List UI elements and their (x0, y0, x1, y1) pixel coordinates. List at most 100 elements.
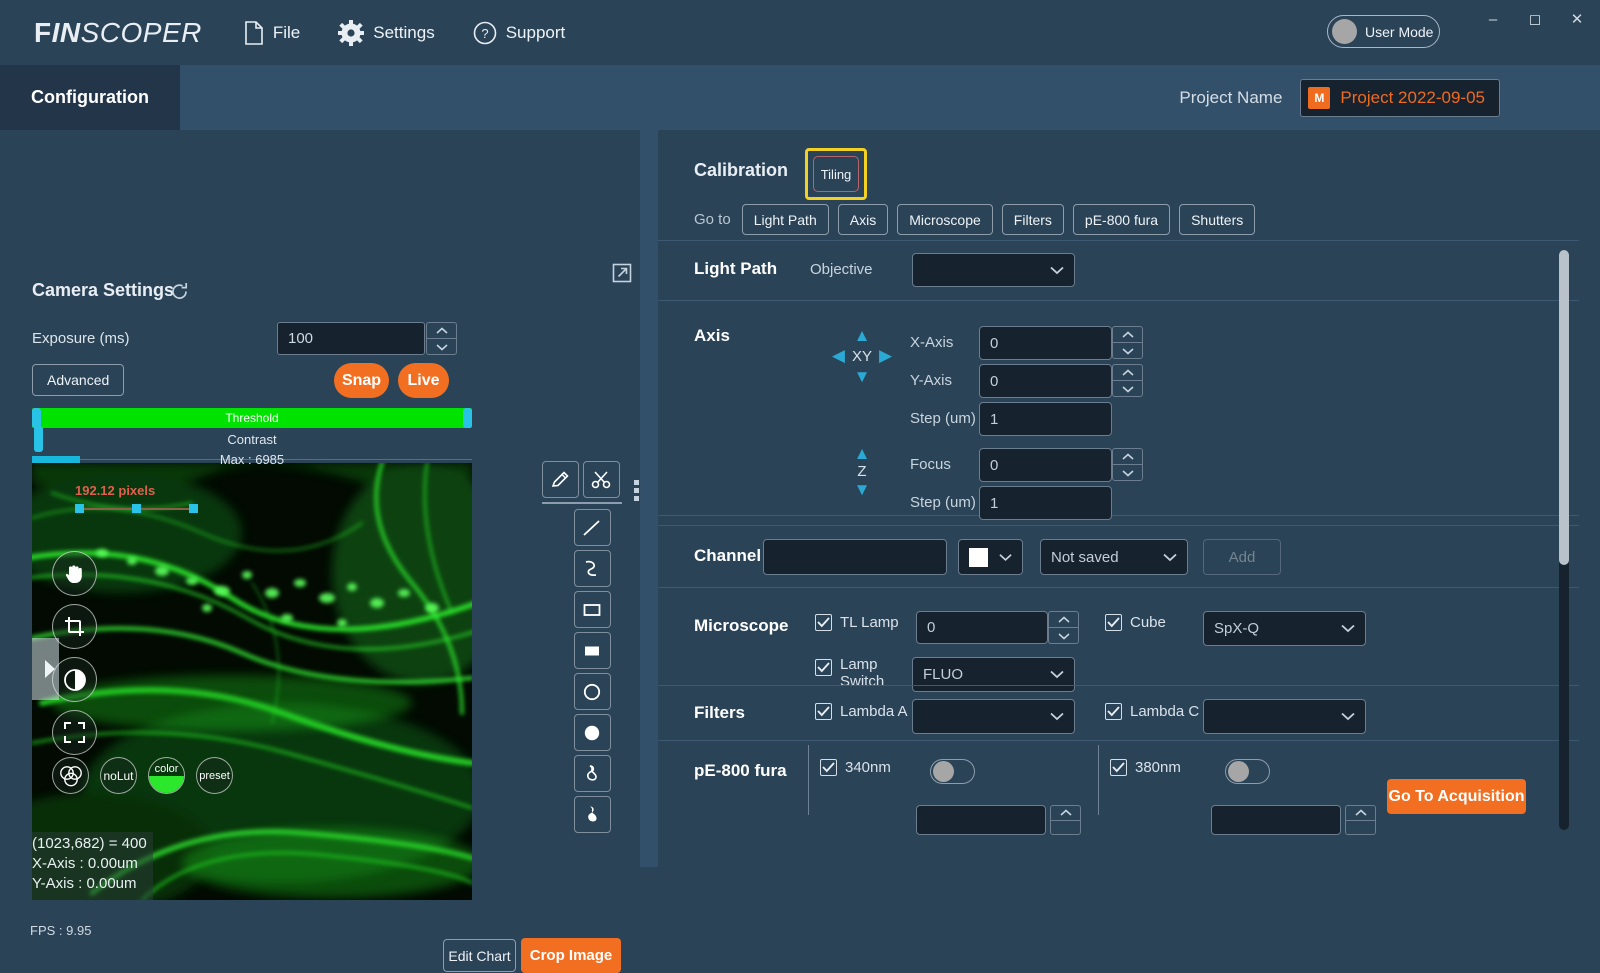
crop-image-button[interactable]: Crop Image (521, 938, 621, 973)
ch340-intensity-input[interactable] (916, 805, 1046, 835)
fullscreen-icon[interactable] (52, 710, 97, 755)
y-axis-stepper-up[interactable] (1112, 364, 1143, 380)
panel-expand-arrow[interactable] (32, 638, 59, 700)
tl-lamp-checkbox[interactable]: TL Lamp (815, 614, 899, 631)
lambda-a-checkbox[interactable]: Lambda A (815, 703, 908, 720)
y-axis-stepper[interactable] (1112, 364, 1143, 397)
goto-microscope-button[interactable]: Microscope (897, 204, 993, 235)
ch340-stepper[interactable] (1050, 805, 1081, 835)
measurement-overlay[interactable]: 192.12 pixels (75, 483, 155, 498)
user-mode-toggle[interactable]: User Mode (1327, 15, 1440, 48)
project-selector[interactable]: M Project 2022-09-05 (1300, 79, 1500, 117)
x-axis-input[interactable] (979, 326, 1112, 360)
goto-filters-button[interactable]: Filters (1002, 204, 1064, 235)
measurement-point-end[interactable] (189, 504, 198, 513)
threshold-handle-max[interactable] (463, 408, 472, 428)
exposure-stepper-down[interactable] (426, 338, 457, 355)
measurement-point-start[interactable] (75, 504, 84, 513)
xy-step-input[interactable] (979, 402, 1112, 436)
tiling-button[interactable]: Tiling (813, 156, 859, 192)
goto-pe800-button[interactable]: pE-800 fura (1073, 204, 1170, 235)
y-axis-stepper-down[interactable] (1112, 380, 1143, 397)
freeform-filled-icon[interactable] (574, 796, 611, 833)
x-axis-stepper-down[interactable] (1112, 342, 1143, 359)
ch340-checkbox[interactable]: 340nm (820, 759, 891, 776)
tl-lamp-stepper[interactable] (1048, 611, 1079, 644)
exposure-stepper-up[interactable] (426, 322, 457, 338)
maximize-icon[interactable]: ◻ (1524, 8, 1546, 30)
cube-checkbox[interactable]: Cube (1105, 614, 1166, 631)
exposure-input[interactable] (277, 322, 425, 355)
channel-color-select[interactable] (958, 539, 1023, 575)
objective-select[interactable] (912, 253, 1075, 287)
channel-saved-select[interactable]: Not saved (1040, 539, 1188, 575)
ch380-toggle[interactable] (1225, 759, 1270, 784)
focus-input[interactable] (979, 448, 1112, 482)
polyline-icon[interactable] (574, 550, 611, 587)
goto-axis-button[interactable]: Axis (838, 204, 888, 235)
menu-item-support[interactable]: ? Support (473, 21, 566, 45)
focus-stepper[interactable] (1112, 448, 1143, 481)
contrast-slider[interactable]: Contrast (32, 428, 472, 450)
ch340-toggle[interactable] (930, 759, 975, 784)
add-channel-button[interactable]: Add (1203, 539, 1281, 575)
panel-resize-handle[interactable] (634, 480, 639, 501)
ellipse-outline-icon[interactable] (574, 673, 611, 710)
snap-button[interactable]: Snap (334, 363, 389, 398)
open-external-icon[interactable] (612, 263, 632, 288)
pan-hand-icon[interactable] (52, 551, 97, 596)
channel-name-input[interactable] (763, 539, 947, 575)
ch380-intensity-input[interactable] (1211, 805, 1341, 835)
z-step-input[interactable] (979, 486, 1112, 520)
lambda-c-checkbox[interactable]: Lambda C (1105, 703, 1199, 720)
preset-button[interactable]: preset (196, 757, 233, 794)
goto-light-path-button[interactable]: Light Path (742, 204, 829, 235)
measurement-point-mid[interactable] (132, 504, 141, 513)
tl-lamp-stepper-down[interactable] (1048, 627, 1079, 644)
x-axis-stepper-up[interactable] (1112, 326, 1143, 342)
tab-configuration[interactable]: Configuration (0, 65, 180, 130)
focus-stepper-down[interactable] (1112, 464, 1143, 481)
exposure-stepper[interactable] (426, 322, 457, 355)
y-axis-input[interactable] (979, 364, 1112, 398)
cube-select[interactable]: SpX-Q (1203, 611, 1366, 646)
x-axis-stepper[interactable] (1112, 326, 1143, 359)
ch340-stepper-down[interactable] (1050, 820, 1081, 836)
rectangle-outline-icon[interactable] (574, 591, 611, 628)
z-up-arrow[interactable]: ▲ (826, 445, 898, 462)
contrast-handle[interactable] (34, 426, 43, 452)
freeform-outline-icon[interactable] (574, 755, 611, 792)
xy-up-arrow[interactable]: ▲ (826, 327, 898, 344)
live-button[interactable]: Live (398, 363, 449, 398)
tl-lamp-input[interactable] (916, 611, 1048, 644)
ch380-stepper-up[interactable] (1345, 805, 1376, 820)
color-button[interactable]: color (148, 757, 185, 794)
menu-item-file[interactable]: File (244, 21, 300, 45)
right-panel-scrollbar[interactable] (1559, 250, 1569, 830)
ch380-checkbox[interactable]: 380nm (1110, 759, 1181, 776)
close-icon[interactable]: ✕ (1566, 8, 1588, 30)
ch380-stepper[interactable] (1345, 805, 1376, 835)
image-viewer[interactable]: 192.12 pixels noLut color prese (32, 463, 472, 900)
z-down-arrow[interactable]: ▼ (826, 481, 898, 498)
channels-overlay-icon[interactable] (52, 757, 89, 794)
menu-item-settings[interactable]: Settings (338, 20, 434, 46)
lambda-a-select[interactable] (912, 699, 1075, 734)
xy-right-arrow[interactable]: ▶ (879, 346, 892, 366)
edit-chart-button[interactable]: Edit Chart (443, 939, 516, 972)
minimize-icon[interactable]: ‒ (1482, 8, 1504, 30)
rectangle-filled-icon[interactable] (574, 632, 611, 669)
line-icon[interactable] (574, 509, 611, 546)
xy-left-arrow[interactable]: ◀ (832, 346, 845, 366)
ch380-stepper-down[interactable] (1345, 820, 1376, 836)
goto-shutters-button[interactable]: Shutters (1179, 204, 1255, 235)
ch340-stepper-up[interactable] (1050, 805, 1081, 820)
threshold-handle-min[interactable] (32, 408, 41, 428)
refresh-icon[interactable] (170, 282, 189, 306)
threshold-slider[interactable]: Threshold (32, 408, 472, 428)
focus-stepper-up[interactable] (1112, 448, 1143, 464)
ellipse-filled-icon[interactable] (574, 714, 611, 751)
lambda-c-select[interactable] (1203, 699, 1366, 734)
nolut-button[interactable]: noLut (100, 757, 137, 794)
tl-lamp-stepper-up[interactable] (1048, 611, 1079, 627)
